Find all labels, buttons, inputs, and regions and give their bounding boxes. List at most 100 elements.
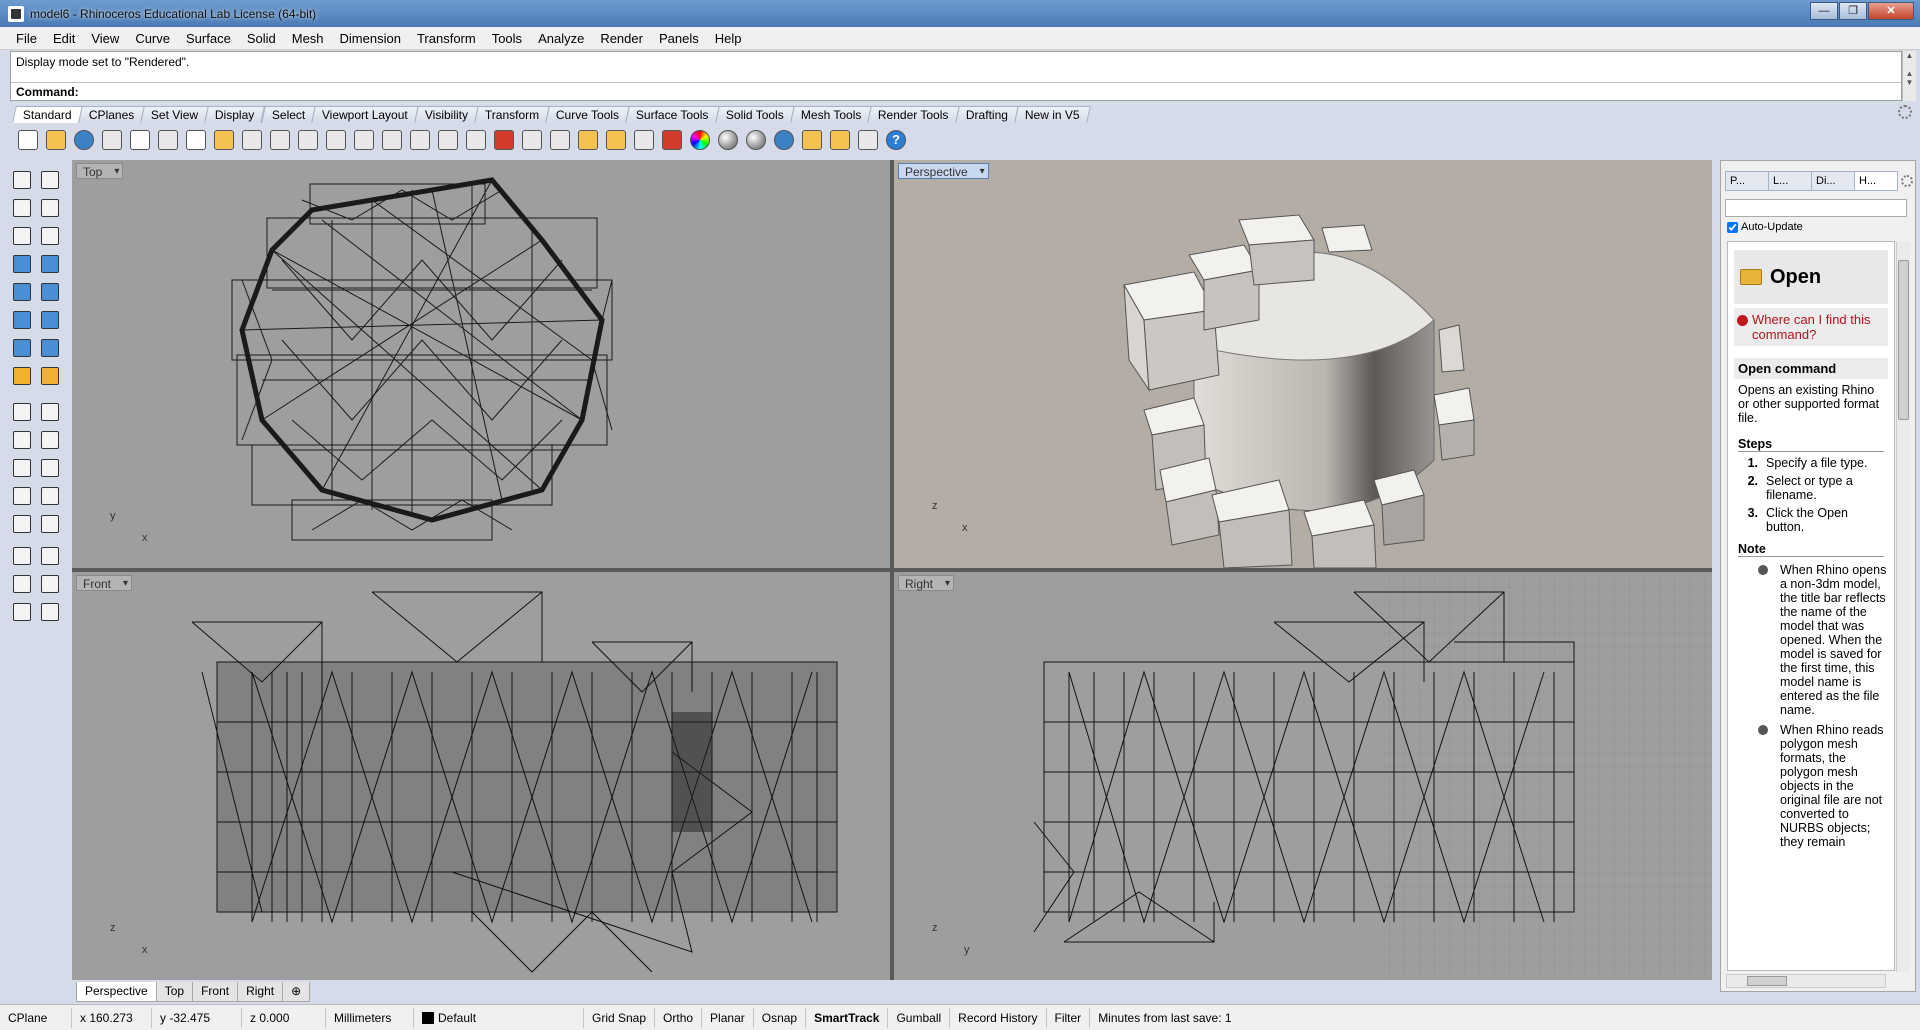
open-file-button[interactable] (42, 126, 70, 154)
tool-ellipse-button[interactable] (10, 280, 34, 304)
tool-freeform-button[interactable] (38, 280, 62, 304)
menu-curve[interactable]: Curve (127, 31, 178, 46)
toggle-grid-snap[interactable]: Grid Snap (584, 1007, 656, 1028)
lock-button[interactable] (630, 126, 658, 154)
help-button[interactable]: ? (882, 126, 910, 154)
help-horizontal-scrollbar[interactable] (1726, 974, 1886, 988)
toggle-planar[interactable]: Planar (702, 1007, 754, 1028)
tool-box-button[interactable] (10, 336, 34, 360)
tool-trim-button[interactable] (10, 428, 34, 452)
tab-display[interactable]: Display (204, 106, 266, 123)
tool-paint-button[interactable] (38, 600, 62, 624)
viewport-tab-top[interactable]: Top (155, 982, 194, 1002)
rhino-app-icon[interactable] (8, 5, 24, 22)
menu-panels[interactable]: Panels (651, 31, 707, 46)
tab-surface-tools[interactable]: Surface Tools (625, 106, 720, 123)
undo-button[interactable] (238, 126, 266, 154)
viewport-tab-front[interactable]: Front (192, 982, 239, 1002)
toggle-record-history[interactable]: Record History (950, 1007, 1047, 1028)
where-find-link[interactable]: Where can I find this command? (1734, 308, 1888, 346)
tab-visibility[interactable]: Visibility (413, 106, 479, 123)
tab-mesh-tools[interactable]: Mesh Tools (789, 106, 872, 123)
tool-boolean-button[interactable] (38, 400, 62, 424)
tool-surface-plane-button[interactable] (10, 308, 34, 332)
cut-button[interactable] (154, 126, 182, 154)
toggle-smarttrack[interactable]: SmartTrack (806, 1007, 889, 1028)
viewport-right[interactable]: Right z y (894, 572, 1712, 980)
panel-tab-help[interactable]: H... (1854, 171, 1898, 191)
panel-options-gear-icon[interactable] (1901, 175, 1913, 187)
toolbar-options-gear-icon[interactable] (1898, 105, 1912, 119)
filter-button[interactable] (798, 126, 826, 154)
move-view-button[interactable] (294, 126, 322, 154)
current-layer[interactable]: Default (414, 1007, 584, 1028)
tool-arc-button[interactable] (38, 224, 62, 248)
tab-standard[interactable]: Standard (12, 106, 83, 123)
toggle-ortho[interactable]: Ortho (655, 1007, 703, 1028)
toggle-gumball[interactable]: Gumball (888, 1007, 951, 1028)
tab-solid-tools[interactable]: Solid Tools (714, 106, 795, 123)
viewport-tab-perspective[interactable]: Perspective (76, 982, 157, 1002)
pan-hand-button[interactable] (266, 126, 294, 154)
menu-edit[interactable]: Edit (45, 31, 83, 46)
tool-copy-button[interactable] (38, 484, 62, 508)
tool-extrude-button[interactable] (10, 364, 34, 388)
tab-curve-tools[interactable]: Curve Tools (545, 106, 631, 123)
tool-circle-button[interactable] (10, 224, 34, 248)
tool-surface-edge-button[interactable] (38, 308, 62, 332)
tool-move-button[interactable] (10, 484, 34, 508)
command-scrollbar[interactable]: ▲ ▲ ▼ (1902, 51, 1916, 101)
auto-update-checkbox[interactable]: Auto-Update (1727, 221, 1803, 233)
material-ball-button[interactable] (714, 126, 742, 154)
add-viewport-tab-icon[interactable]: ⊕ (282, 982, 311, 1002)
new-file-button[interactable] (14, 126, 42, 154)
tool-solid-union-button[interactable] (10, 456, 34, 480)
save-button[interactable] (70, 126, 98, 154)
tool-polygon-button[interactable] (10, 252, 34, 276)
menu-file[interactable]: File (8, 31, 45, 46)
help-hscroll-thumb[interactable] (1747, 976, 1787, 986)
units-display[interactable]: Millimeters (326, 1007, 414, 1028)
cplane-label[interactable]: CPlane (0, 1007, 72, 1028)
tool-split-button[interactable] (38, 428, 62, 452)
layer-button[interactable] (658, 126, 686, 154)
menu-surface[interactable]: Surface (178, 31, 239, 46)
panel-tab-properties[interactable]: P... (1725, 171, 1769, 191)
zoom-selected-button[interactable] (406, 126, 434, 154)
tool-polyline-button[interactable] (10, 196, 34, 220)
tool-explode-button[interactable] (10, 400, 34, 424)
command-input[interactable] (81, 85, 1782, 99)
close-button[interactable]: ✕ (1868, 2, 1914, 20)
tab-transform[interactable]: Transform (474, 106, 550, 123)
menu-view[interactable]: View (83, 31, 127, 46)
panel-tab-layers[interactable]: L... (1768, 171, 1812, 191)
tool-curve-button[interactable] (38, 196, 62, 220)
tool-point-button[interactable] (38, 168, 62, 192)
tool-array-button[interactable] (10, 544, 34, 568)
paste-button[interactable] (210, 126, 238, 154)
viewport-label-front[interactable]: Front (76, 575, 133, 592)
panel-tab-display[interactable]: Di... (1811, 171, 1855, 191)
copy-file-button[interactable] (126, 126, 154, 154)
viewport-front[interactable]: Front z x (72, 572, 890, 980)
dimension-button[interactable] (854, 126, 882, 154)
tool-sphere-button[interactable] (38, 336, 62, 360)
menu-analyze[interactable]: Analyze (530, 31, 592, 46)
help-scrollbar[interactable] (1896, 242, 1910, 972)
tab-select[interactable]: Select (260, 106, 316, 123)
menu-help[interactable]: Help (707, 31, 750, 46)
tool-fillet-button[interactable] (38, 456, 62, 480)
menu-render[interactable]: Render (592, 31, 651, 46)
tool-select-button[interactable] (10, 168, 34, 192)
tool-loft-button[interactable] (38, 364, 62, 388)
tab-render-tools[interactable]: Render Tools (867, 106, 960, 123)
tool-layer-panel-button[interactable] (10, 572, 34, 596)
viewport-label-right[interactable]: Right (898, 575, 955, 592)
car-button[interactable] (490, 126, 518, 154)
menu-dimension[interactable]: Dimension (332, 31, 409, 46)
viewport-perspective[interactable]: Perspective z x (894, 160, 1712, 568)
zoom-window-button[interactable] (350, 126, 378, 154)
maximize-button[interactable]: ❐ (1839, 2, 1867, 20)
settings-gear-button[interactable] (826, 126, 854, 154)
shade-button[interactable] (518, 126, 546, 154)
